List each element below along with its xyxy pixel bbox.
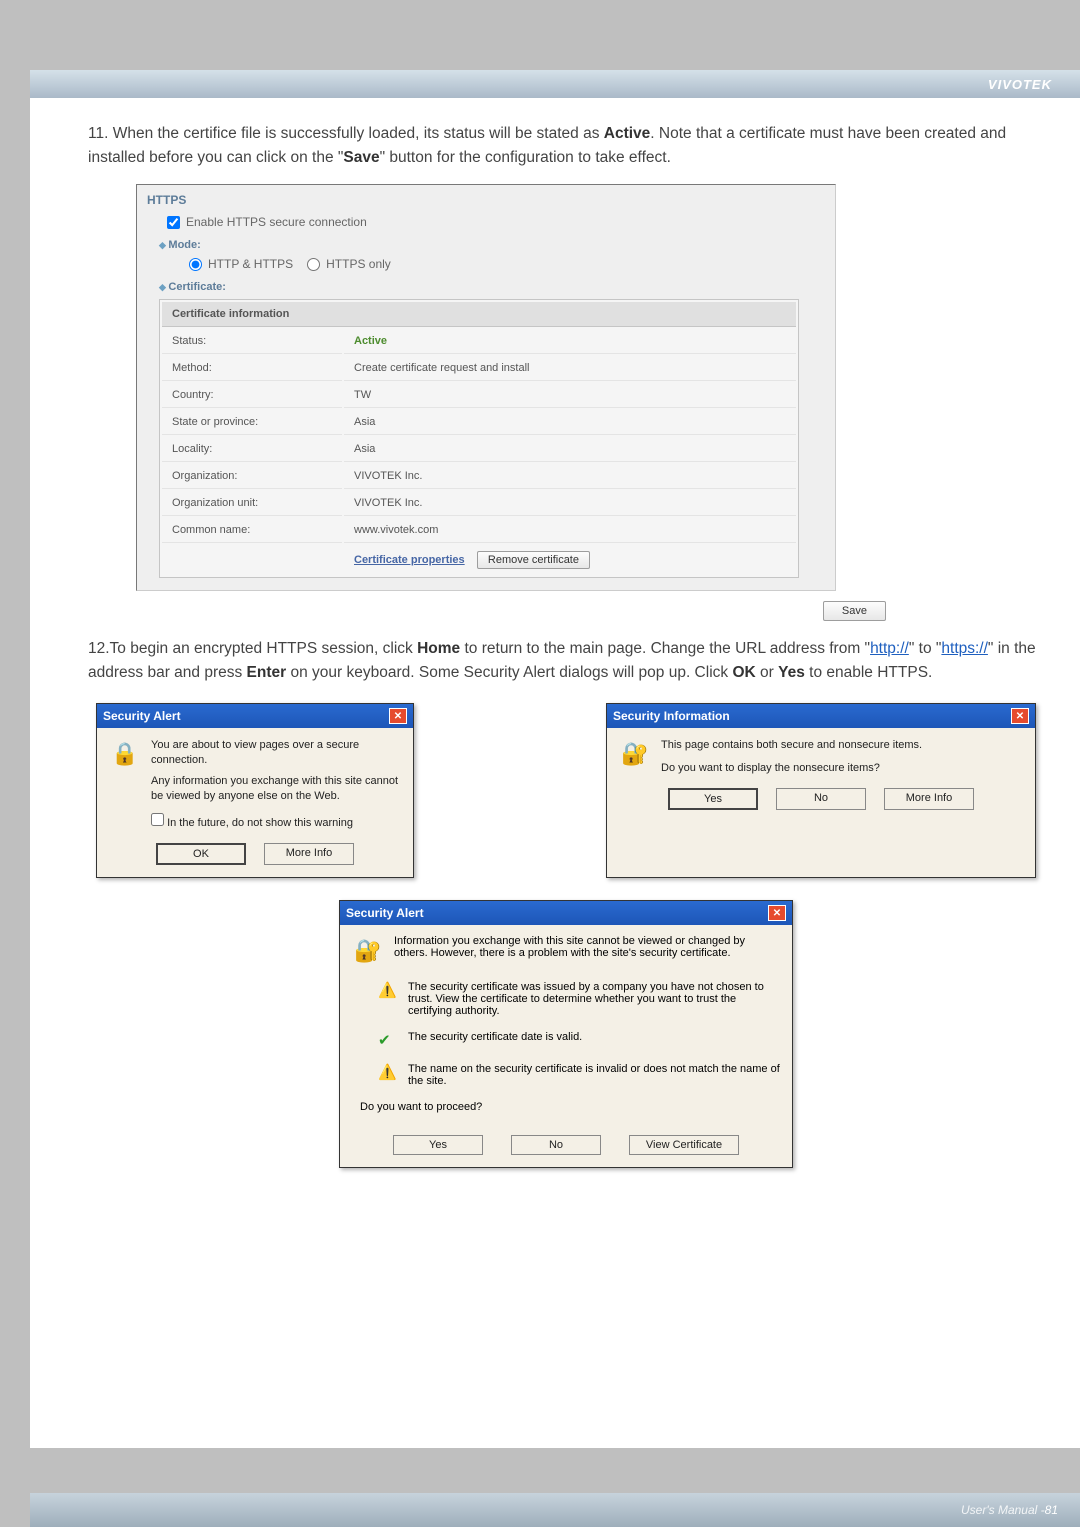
dlg2-more-info-button[interactable]: More Info [884,788,974,810]
security-alert-dialog-2: Security Alert ✕ 🔐 Information you excha… [339,900,793,1168]
certificate-table: Certificate information Status:Active Me… [159,299,799,578]
dlg1-more-info-button[interactable]: More Info [264,843,354,865]
close-icon[interactable]: ✕ [1011,708,1029,724]
enable-https-checkbox[interactable] [167,216,180,229]
https-legend: HTTPS [145,189,827,211]
dlg3-p2: The security certificate date is valid. [408,1031,582,1049]
dlg1-chk-label: In the future, do not show this warning [167,817,353,829]
dlg1-title: Security Alert [103,709,181,723]
check-ok-icon: ✔ [378,1031,398,1049]
mode-section-label[interactable]: Mode: [145,233,827,253]
mode-opt2-label: HTTPS only [326,257,391,271]
close-icon[interactable]: ✕ [768,905,786,921]
dlg3-yes-button[interactable]: Yes [393,1135,483,1155]
dlg3-question: Do you want to proceed? [360,1101,780,1113]
table-row: Status:Active [162,329,796,354]
enable-https-label: Enable HTTPS secure connection [186,215,367,229]
certificate-properties-link[interactable]: Certificate properties [354,554,465,566]
cert-table-header: Certificate information [162,302,796,327]
footer-label: User's Manual - [961,1503,1045,1517]
step-11-text: 11. When the certifice file is successfu… [88,122,1044,170]
mode-opt1-label: HTTP & HTTPS [208,257,293,271]
dlg2-line1: This page contains both secure and nonse… [661,738,1023,753]
remove-certificate-button[interactable]: Remove certificate [477,551,590,569]
mode-https-only-radio[interactable] [307,258,320,271]
table-row: Certificate properties Remove certificat… [162,545,796,575]
dlg3-no-button[interactable]: No [511,1135,601,1155]
dlg3-p1: The security certificate was issued by a… [408,981,780,1017]
save-button[interactable]: Save [823,601,886,621]
dlg3-view-certificate-button[interactable]: View Certificate [629,1135,739,1155]
table-row: Organization unit:VIVOTEK Inc. [162,491,796,516]
dlg1-do-not-show-checkbox[interactable] [151,813,164,826]
security-information-dialog: Security Information ✕ 🔐 This page conta… [606,703,1036,878]
dlg2-line2: Do you want to display the nonsecure ite… [661,761,1023,776]
dlg3-title: Security Alert [346,906,424,920]
table-row: Organization:VIVOTEK Inc. [162,464,796,489]
dlg3-intro: Information you exchange with this site … [394,935,780,967]
step-12-text: 12.To begin an encrypted HTTPS session, … [88,637,1044,685]
dlg3-p3: The name on the security certificate is … [408,1063,780,1087]
table-row: Method:Create certificate request and in… [162,356,796,381]
page-number: 81 [1045,1503,1058,1517]
https-panel: HTTPS Enable HTTPS secure connection Mod… [136,184,836,591]
dlg2-no-button[interactable]: No [776,788,866,810]
dlg1-line2: Any information you exchange with this s… [151,774,401,804]
warning-icon: ⚠️ [378,981,398,1017]
table-row: Common name:www.vivotek.com [162,518,796,543]
table-row: State or province:Asia [162,410,796,435]
certificate-section-label[interactable]: Certificate: [145,275,827,295]
lock-warning-icon: 🔐 [352,935,384,967]
step-11-suffix: " button for the configuration to take e… [380,149,671,166]
dlg1-ok-button[interactable]: OK [156,843,246,865]
lock-info-icon: 🔒 [109,738,141,770]
http-link[interactable]: http:// [870,640,909,657]
table-row: Country:TW [162,383,796,408]
https-link[interactable]: https:// [941,640,988,657]
close-icon[interactable]: ✕ [389,708,407,724]
status-value: Active [344,329,796,354]
step-11-save: Save [343,149,379,166]
step-11-prefix: 11. When the certifice file is successfu… [88,125,604,142]
step-11-active: Active [604,125,651,142]
mode-http-https-radio[interactable] [189,258,202,271]
dlg2-yes-button[interactable]: Yes [668,788,758,810]
table-row: Locality:Asia [162,437,796,462]
dlg2-title: Security Information [613,709,730,723]
warning-icon: ⚠️ [378,1063,398,1087]
lock-warning-icon: 🔐 [619,738,651,770]
dlg1-line1: You are about to view pages over a secur… [151,738,401,768]
security-alert-dialog-1: Security Alert ✕ 🔒 You are about to view… [96,703,414,878]
brand-label: VIVOTEK [988,77,1052,92]
